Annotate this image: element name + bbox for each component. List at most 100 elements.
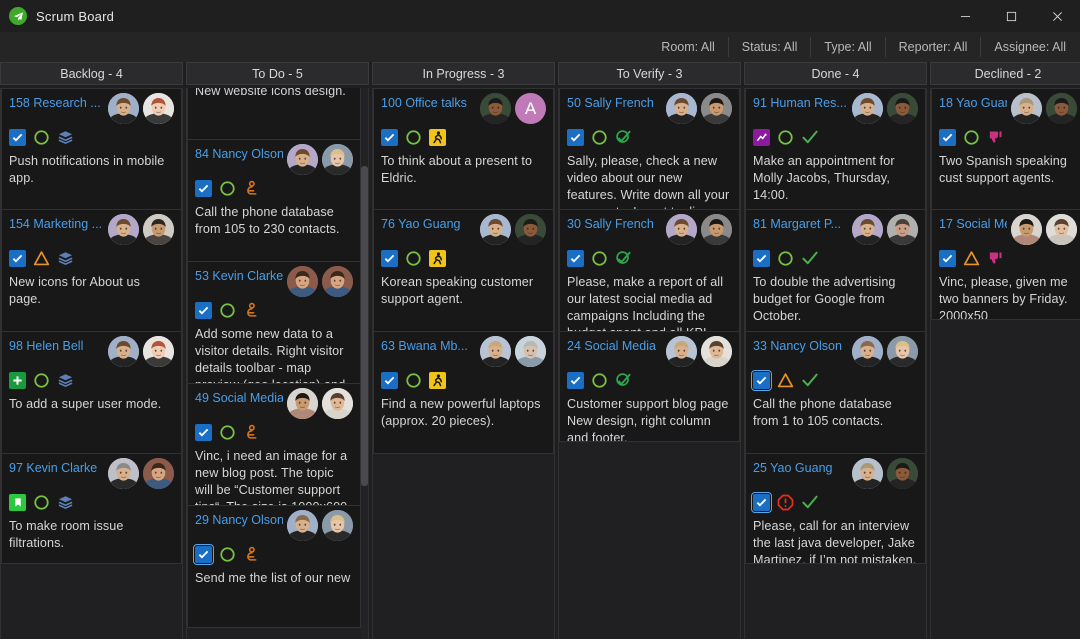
avatar[interactable]: [887, 336, 918, 367]
task-card[interactable]: 17 Social MediaVinc, please, given me tw…: [931, 210, 1080, 320]
circle-open-icon[interactable]: [219, 180, 236, 197]
task-card[interactable]: 98 Helen BellTo add a super user mode.: [1, 332, 182, 454]
checkbox-checked-icon[interactable]: [381, 129, 398, 146]
circle-open-icon[interactable]: [219, 546, 236, 563]
circle-open-icon[interactable]: [33, 372, 50, 389]
circle-open-icon[interactable]: [405, 372, 422, 389]
task-card[interactable]: 143 Marketing ...New website icons desig…: [187, 88, 361, 140]
circle-open-icon[interactable]: [963, 129, 980, 146]
avatar[interactable]: [1011, 214, 1042, 245]
task-title[interactable]: 49 Social Media: [195, 390, 283, 406]
task-card[interactable]: 63 Bwana Mb...Find a new powerful laptop…: [373, 332, 554, 454]
task-title[interactable]: 76 Yao Guang: [381, 216, 476, 232]
circle-open-icon[interactable]: [777, 250, 794, 267]
done-check-icon[interactable]: [801, 250, 818, 267]
avatar[interactable]: [287, 144, 318, 175]
avatar[interactable]: [108, 458, 139, 489]
thumbs-down-icon[interactable]: [987, 250, 1004, 267]
circle-open-icon[interactable]: [405, 129, 422, 146]
filter-reporter[interactable]: Reporter: All: [886, 37, 982, 57]
task-card[interactable]: 100 Office talksATo think about a presen…: [373, 88, 554, 210]
checkbox-checked-icon[interactable]: [195, 424, 212, 441]
task-title[interactable]: 18 Yao Guang: [939, 95, 1007, 111]
checkbox-checked-icon[interactable]: [195, 302, 212, 319]
avatar[interactable]: [666, 93, 697, 124]
checkbox-checked-icon[interactable]: [939, 129, 956, 146]
triangle-warning-icon[interactable]: [33, 250, 50, 267]
running-person-icon[interactable]: [429, 129, 446, 146]
task-title[interactable]: 63 Bwana Mb...: [381, 338, 476, 354]
task-card[interactable]: 30 Sally FrenchPlease, make a report of …: [559, 210, 740, 332]
task-title[interactable]: 29 Nancy Olson: [195, 512, 283, 528]
done-check-icon[interactable]: [801, 494, 818, 511]
verify-check-icon[interactable]: [615, 250, 632, 267]
maximize-button[interactable]: [988, 0, 1034, 32]
filter-room[interactable]: Room: All: [648, 37, 729, 57]
avatar[interactable]: [701, 336, 732, 367]
avatar[interactable]: [1011, 93, 1042, 124]
circle-open-icon[interactable]: [219, 424, 236, 441]
circle-open-icon[interactable]: [777, 129, 794, 146]
filter-assignee[interactable]: Assignee: All: [981, 37, 1070, 57]
person-assign-icon[interactable]: [243, 180, 260, 197]
avatar[interactable]: [480, 93, 511, 124]
verify-check-icon[interactable]: [615, 129, 632, 146]
avatar[interactable]: [143, 458, 174, 489]
task-card[interactable]: 84 Nancy OlsonCall the phone database fr…: [187, 140, 361, 262]
task-title[interactable]: 53 Kevin Clarke: [195, 268, 283, 284]
task-title[interactable]: 25 Yao Guang: [753, 460, 848, 476]
circle-open-icon[interactable]: [591, 372, 608, 389]
avatar[interactable]: [322, 144, 353, 175]
task-title[interactable]: 100 Office talks: [381, 95, 476, 111]
task-title[interactable]: 17 Social Media: [939, 216, 1007, 232]
avatar[interactable]: [287, 510, 318, 541]
checkbox-checked-icon[interactable]: [753, 494, 770, 511]
avatar[interactable]: [322, 388, 353, 419]
triangle-warning-icon[interactable]: [777, 372, 794, 389]
stack-layers-icon[interactable]: [57, 494, 74, 511]
task-title[interactable]: 91 Human Res...: [753, 95, 848, 111]
avatar[interactable]: [666, 336, 697, 367]
task-card[interactable]: 50 Sally FrenchSally, please, check a ne…: [559, 88, 740, 210]
avatar[interactable]: [852, 93, 883, 124]
checkbox-checked-icon[interactable]: [9, 129, 26, 146]
avatar[interactable]: [701, 214, 732, 245]
close-button[interactable]: [1034, 0, 1080, 32]
avatar[interactable]: [322, 266, 353, 297]
circle-open-icon[interactable]: [591, 129, 608, 146]
avatar[interactable]: [852, 336, 883, 367]
avatar[interactable]: [666, 214, 697, 245]
avatar[interactable]: [1046, 214, 1077, 245]
chart-square-icon[interactable]: [753, 129, 770, 146]
avatar[interactable]: [143, 214, 174, 245]
task-card[interactable]: 29 Nancy OlsonSend me the list of our ne…: [187, 506, 361, 628]
bookmark-square-icon[interactable]: [9, 494, 26, 511]
avatar[interactable]: [108, 93, 139, 124]
column-header[interactable]: In Progress - 3: [372, 62, 555, 85]
circle-open-icon[interactable]: [591, 250, 608, 267]
avatar[interactable]: [887, 93, 918, 124]
avatar[interactable]: [701, 93, 732, 124]
running-person-icon[interactable]: [429, 250, 446, 267]
avatar[interactable]: [287, 266, 318, 297]
task-title[interactable]: 33 Nancy Olson: [753, 338, 848, 354]
running-person-icon[interactable]: [429, 372, 446, 389]
triangle-warning-icon[interactable]: [963, 250, 980, 267]
task-title[interactable]: 98 Helen Bell: [9, 338, 104, 354]
checkbox-checked-icon[interactable]: [567, 250, 584, 267]
avatar[interactable]: [480, 214, 511, 245]
person-assign-icon[interactable]: [243, 546, 260, 563]
stack-layers-icon[interactable]: [57, 250, 74, 267]
stack-layers-icon[interactable]: [57, 372, 74, 389]
avatar-initial[interactable]: A: [515, 93, 546, 124]
column-header[interactable]: Backlog - 4: [0, 62, 183, 85]
filter-type[interactable]: Type: All: [811, 37, 885, 57]
avatar[interactable]: [143, 93, 174, 124]
avatar[interactable]: [108, 214, 139, 245]
task-title[interactable]: 24 Social Media: [567, 338, 662, 354]
task-card[interactable]: 25 Yao GuangPlease, call for an intervie…: [745, 454, 926, 564]
avatar[interactable]: [480, 336, 511, 367]
alert-octagon-icon[interactable]: [777, 494, 794, 511]
task-card[interactable]: 97 Kevin ClarkeTo make room issue filtra…: [1, 454, 182, 564]
checkbox-checked-icon[interactable]: [381, 250, 398, 267]
